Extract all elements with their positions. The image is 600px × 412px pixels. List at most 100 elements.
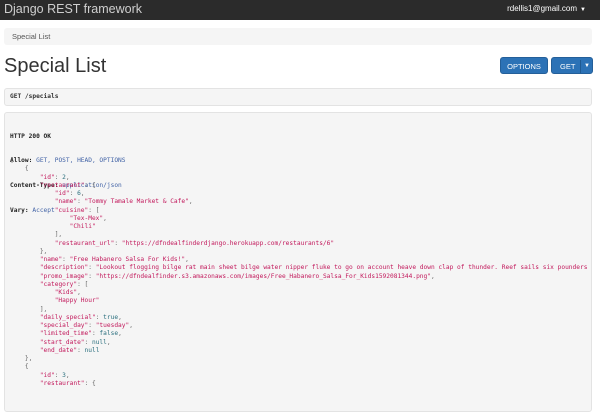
response-status: HTTP 200 OK: [10, 132, 51, 140]
json-punctuation: },: [24, 355, 33, 362]
json-punctuation: ,: [65, 173, 70, 181]
json-line: "Kids",: [10, 289, 591, 297]
json-punctuation: {: [24, 165, 29, 173]
json-line: {: [10, 165, 591, 173]
request-line: GET /specials: [10, 93, 59, 100]
json-punctuation: },: [39, 247, 48, 255]
json-line: },: [10, 355, 591, 363]
json-value: null: [84, 346, 100, 354]
json-value: "Chili": [69, 223, 96, 230]
user-menu[interactable]: rdellis1@gmail.com ▼: [507, 4, 586, 13]
json-punctuation: ,: [188, 198, 193, 206]
json-line: "restaurant_url": "https://dfndealfinder…: [10, 239, 591, 248]
json-punctuation: ,: [65, 371, 70, 379]
json-line: "Happy Hour": [10, 297, 591, 305]
json-value: "tuesday": [95, 322, 130, 329]
user-email: rdellis1@gmail.com: [507, 4, 578, 13]
json-line: "restaurant": {: [10, 181, 591, 190]
json-punctuation: :: [114, 239, 122, 247]
json-line: "name": "Tommy Tamale Market & Cafe",: [10, 198, 591, 206]
json-key: "id": [39, 173, 55, 181]
top-navbar: Django REST framework rdellis1@gmail.com…: [0, 0, 600, 20]
json-line: "id": 3,: [10, 371, 591, 380]
json-punctuation: [: [10, 157, 14, 164]
json-punctuation: : [: [88, 206, 100, 214]
json-punctuation: ,: [118, 330, 122, 338]
json-line: "name": "Free Habanero Salsa For Kids!",: [10, 256, 591, 264]
json-line: "restaurant": {: [10, 379, 591, 388]
json-key: "end_date": [39, 346, 78, 354]
json-line: "daily_special": true,: [10, 313, 591, 322]
json-punctuation: ,: [77, 289, 81, 296]
json-value: "https://dfndealfinderdjango.herokuapp.c…: [121, 239, 335, 247]
request-info: GET /specials: [4, 88, 592, 106]
json-line: "Tex-Mex",: [10, 214, 591, 223]
json-line: "special_day": "tuesday",: [10, 322, 591, 330]
json-line: {: [10, 363, 591, 371]
json-key: "id": [54, 190, 70, 197]
json-value: "Kids": [54, 289, 78, 296]
get-button[interactable]: GET ▼: [551, 57, 593, 74]
json-punctuation: :: [62, 256, 70, 263]
json-value: true: [103, 313, 119, 321]
json-line: "cuisine": [: [10, 206, 591, 215]
json-punctuation: {: [24, 363, 29, 371]
breadcrumb: Special List: [4, 28, 592, 45]
response-json-body: [ { "id": 2, "restaurant": { "id": 6, "n…: [10, 157, 592, 388]
json-line: "description": "Lookout flogging bilge r…: [10, 264, 592, 272]
json-punctuation: : [: [77, 280, 89, 288]
json-key: "description": [39, 264, 89, 272]
json-key: "name": [39, 256, 63, 263]
breadcrumb-item-special-list[interactable]: Special List: [12, 32, 50, 41]
json-value: "Free Habanero Salsa For Kids!": [69, 256, 186, 263]
json-punctuation: ,: [185, 256, 189, 263]
button-divider: [580, 60, 581, 73]
json-punctuation: :: [84, 338, 92, 346]
caret-down-icon: ▼: [580, 7, 586, 13]
json-key: "cuisine": [54, 206, 89, 214]
json-value: "Tommy Tamale Market & Cafe": [84, 198, 189, 206]
json-key: "start_date": [39, 338, 85, 346]
json-value: "https://dfndealfinder.s3.amazonaws.com/…: [95, 272, 431, 280]
json-line: "Chili": [10, 223, 591, 231]
brand-link[interactable]: Django REST framework: [4, 2, 142, 16]
json-punctuation: :: [69, 190, 78, 197]
json-key: "category": [39, 280, 78, 288]
json-line: ],: [10, 305, 591, 314]
json-line: ],: [10, 231, 591, 239]
json-key: "promo_image": [39, 272, 89, 280]
json-line: "limited_time": false,: [10, 330, 591, 338]
json-punctuation: ,: [106, 338, 111, 346]
json-line: "promo_image": "https://dfndealfinder.s3…: [10, 272, 591, 281]
json-value: false: [99, 330, 119, 338]
json-line: "id": 2,: [10, 173, 591, 182]
json-value: "Lookout flogging bilge rat main sheet b…: [95, 264, 592, 272]
json-punctuation: : {: [84, 181, 96, 189]
json-key: "limited_time": [39, 330, 92, 338]
json-line: "category": [: [10, 280, 591, 289]
json-punctuation: :: [88, 272, 96, 280]
json-punctuation: ],: [54, 231, 63, 239]
json-line: "id": 6,: [10, 190, 591, 198]
json-key: "restaurant": [39, 181, 85, 189]
json-key: "restaurant": [39, 379, 85, 387]
get-button-label: GET: [560, 62, 576, 71]
json-value: "Tex-Mex": [69, 214, 104, 222]
page-title: Special List: [4, 55, 107, 77]
json-punctuation: ],: [39, 305, 48, 313]
json-value: null: [91, 338, 107, 346]
json-punctuation: ,: [430, 272, 435, 280]
json-punctuation: :: [77, 346, 85, 354]
json-key: "special_day": [39, 322, 89, 329]
json-punctuation: :: [88, 322, 96, 329]
json-line: "start_date": null,: [10, 338, 591, 347]
json-punctuation: ,: [118, 313, 122, 321]
json-punctuation: ,: [80, 190, 85, 197]
json-key: "id": [39, 371, 55, 379]
json-key: "name": [54, 198, 78, 206]
options-button[interactable]: OPTIONS: [500, 57, 548, 74]
json-punctuation: : {: [84, 379, 96, 387]
json-line: "end_date": null: [10, 346, 591, 355]
caret-down-icon[interactable]: ▼: [584, 58, 590, 75]
response-info: HTTP 200 OK Allow: GET, POST, HEAD, OPTI…: [4, 112, 592, 412]
